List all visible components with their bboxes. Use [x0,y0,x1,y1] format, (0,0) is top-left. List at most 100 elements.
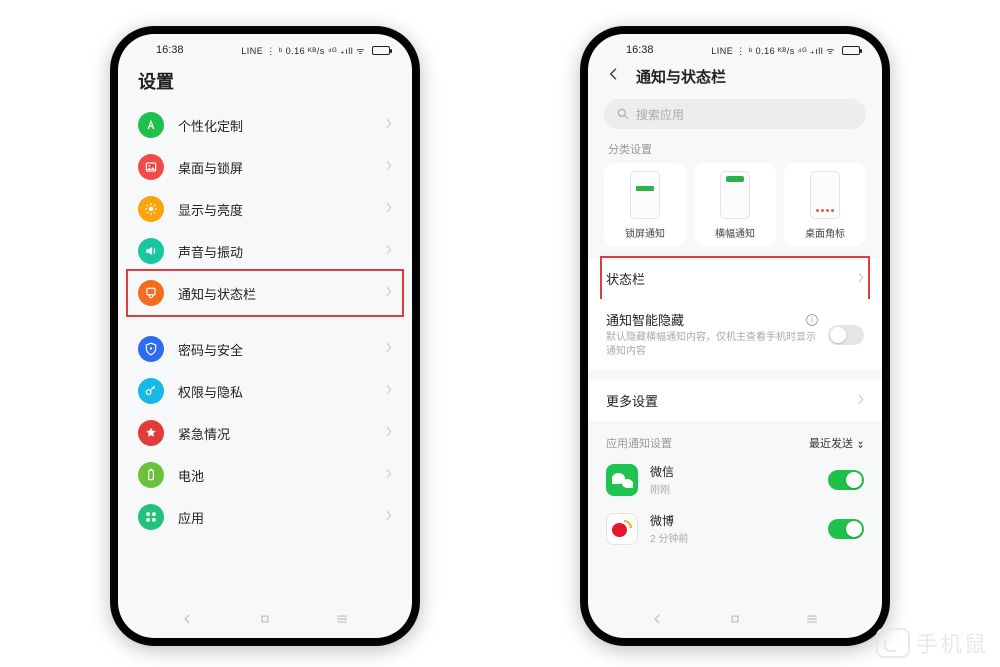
image-icon [138,154,164,180]
settings-item[interactable]: 紧急情况 [128,412,402,454]
nav-back-icon[interactable] [181,612,195,631]
watermark-icon [876,628,910,658]
chevron-right-icon [385,200,392,218]
settings-item[interactable]: 通知与状态栏 [128,272,402,314]
settings-item-label: 通知与状态栏 [178,284,385,303]
app-toggle[interactable] [828,519,864,539]
info-icon[interactable]: i [806,314,818,326]
nav-recent-icon[interactable] [805,612,819,631]
smart-hide-toggle[interactable] [828,325,864,345]
chevron-right-icon [385,116,392,134]
phone-right: 16:38 LINE ⋮ ᵇ 0.16 ᴷᴮ/s ⁴ᴳ ₊ıll ᯤ 通知与状态… [580,26,890,646]
status-indicators: LINE ⋮ ᵇ 0.16 ᴷᴮ/s ⁴ᴳ ₊ıll ᯤ [241,44,390,57]
bell-icon [138,280,164,306]
sun-icon [138,196,164,222]
chevron-right-icon [857,392,864,410]
chevron-right-icon [385,424,392,442]
card-caption: 横幅通知 [715,225,755,240]
back-button[interactable] [606,66,622,87]
chevron-right-icon [385,508,392,526]
category-card[interactable]: 桌面角标 [784,163,866,246]
nav-bar [118,604,412,638]
settings-item-label: 电池 [178,466,385,485]
category-cards: 锁屏通知 横幅通知 桌面角标 [588,163,882,254]
chevron-right-icon [385,466,392,484]
watermark-text: 手机鼠 [916,627,988,659]
nav-home-icon[interactable] [258,612,272,631]
weibo-icon [606,513,638,545]
wechat-icon [606,464,638,496]
app-section-label: 应用通知设置 [606,435,672,451]
settings-item-label: 应用 [178,508,385,527]
card-caption: 桌面角标 [805,225,845,240]
more-settings-label: 更多设置 [606,391,847,410]
app-row[interactable]: 微信刚刚 [588,455,882,504]
nav-back-icon[interactable] [651,612,665,631]
settings-item[interactable]: 个性化定制 [128,104,402,146]
header-title: 通知与状态栏 [636,66,726,87]
settings-item[interactable]: 应用 [128,496,402,538]
category-card[interactable]: 横幅通知 [694,163,776,246]
sos-icon [138,420,164,446]
row-status-bar[interactable]: 状态栏 [588,258,882,299]
key-icon [138,378,164,404]
sound-icon [138,238,164,264]
settings-item[interactable]: 声音与振动 [128,230,402,272]
status-bar: 16:38 LINE ⋮ ᵇ 0.16 ᴷᴮ/s ⁴ᴳ ₊ıll ᯤ [588,34,882,60]
settings-item[interactable]: 电池 [128,454,402,496]
font-icon [138,112,164,138]
battery-icon [138,462,164,488]
card-preview [720,171,750,219]
screen-left: 16:38 LINE ⋮ ᵇ 0.16 ᴷᴮ/s ⁴ᴳ ₊ıll ᯤ 设置 个性… [118,34,412,638]
chevron-right-icon [385,340,392,358]
app-subtext: 刚刚 [650,481,816,496]
page-title: 设置 [138,68,392,94]
phone-left: 16:38 LINE ⋮ ᵇ 0.16 ᴷᴮ/s ⁴ᴳ ₊ıll ᯤ 设置 个性… [110,26,420,646]
category-card[interactable]: 锁屏通知 [604,163,686,246]
status-time: 16:38 [156,44,184,56]
status-indicators: LINE ⋮ ᵇ 0.16 ᴷᴮ/s ⁴ᴳ ₊ıll ᯤ [711,44,860,57]
sort-selector[interactable]: 最近发送 [809,435,864,451]
battery-icon [842,46,860,55]
settings-item-label: 密码与安全 [178,340,385,359]
row-smart-hide[interactable]: 通知智能隐藏 i 默认隐藏横幅通知内容，仅机主查看手机时显示通知内容 [588,299,882,370]
chevron-right-icon [857,270,864,288]
chevron-down-icon [857,439,864,448]
search-icon [616,107,630,121]
chevron-right-icon [385,284,392,302]
settings-item-label: 显示与亮度 [178,200,385,219]
row-status-bar-label: 状态栏 [606,269,847,288]
card-preview [630,171,660,219]
settings-item[interactable]: 显示与亮度 [128,188,402,230]
nav-recent-icon[interactable] [335,612,349,631]
chevron-right-icon [385,158,392,176]
app-subtext: 2 分钟前 [650,530,816,545]
card-preview [810,171,840,219]
chevron-right-icon [385,242,392,260]
app-name: 微信 [650,463,816,480]
battery-icon [372,46,390,55]
chevron-right-icon [385,382,392,400]
app-toggle[interactable] [828,470,864,490]
nav-home-icon[interactable] [728,612,742,631]
page-title-row: 设置 [118,60,412,104]
search-placeholder: 搜索应用 [636,106,684,123]
card-caption: 锁屏通知 [625,225,665,240]
watermark: 手机鼠 [876,627,988,659]
settings-item[interactable]: 桌面与锁屏 [128,146,402,188]
settings-item-label: 紧急情况 [178,424,385,443]
app-row[interactable]: 微博2 分钟前 [588,504,882,553]
header-row: 通知与状态栏 [588,60,882,93]
search-input[interactable]: 搜索应用 [604,99,866,129]
apps-list: 微信刚刚微博2 分钟前 [588,455,882,553]
settings-item-label: 权限与隐私 [178,382,385,401]
row-more-settings[interactable]: 更多设置 [588,380,882,421]
status-time: 16:38 [626,44,654,56]
settings-item-label: 个性化定制 [178,116,385,135]
settings-item[interactable]: 密码与安全 [128,328,402,370]
shield-icon [138,336,164,362]
settings-item[interactable]: 权限与隐私 [128,370,402,412]
section-category-label: 分类设置 [588,139,882,163]
settings-list[interactable]: 个性化定制桌面与锁屏显示与亮度声音与振动通知与状态栏密码与安全权限与隐私紧急情况… [118,104,412,604]
app-name: 微博 [650,512,816,529]
